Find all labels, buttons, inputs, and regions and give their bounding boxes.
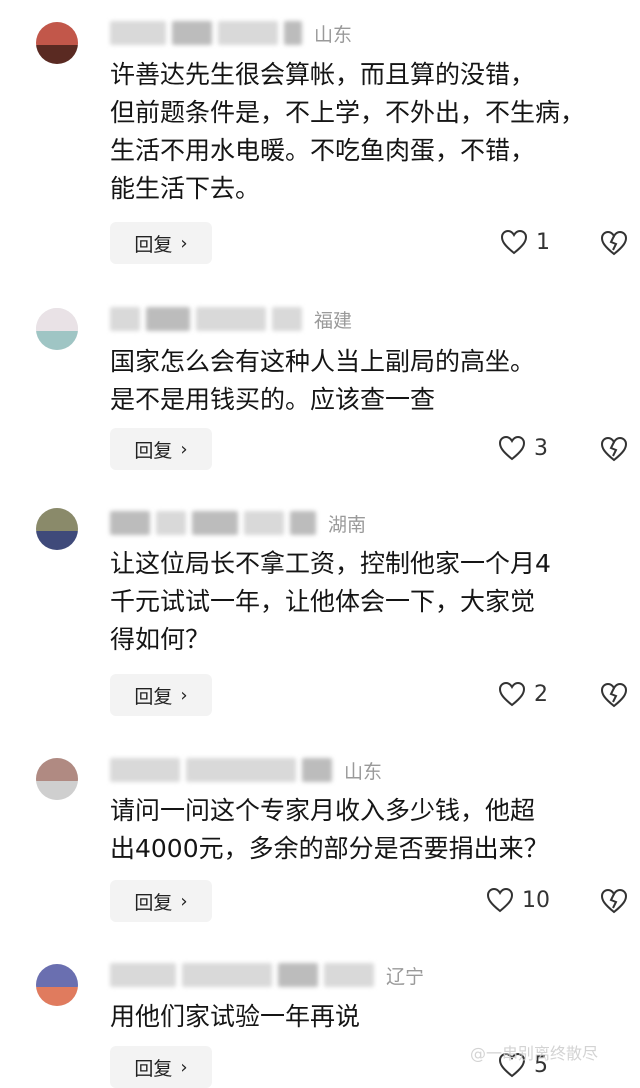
like-count: 10 [522,887,550,913]
username-mask [244,511,284,535]
comment-text: 让这位局长不拿工资，控制他家一个月4 千元试试一年，让他体会一下，大家觉 得如何… [110,549,551,654]
avatar[interactable] [36,308,78,350]
chevron-right-icon: › [180,438,188,460]
like-count: 2 [534,681,548,707]
comment-text: 请问一问这个专家月收入多少钱，他超 出4000元，多余的部分是否要捐出来？ [110,796,549,863]
chevron-right-icon: › [180,232,188,254]
avatar-top [36,964,78,988]
username-mask [182,963,272,987]
username-mask [272,307,302,331]
avatar[interactable] [36,22,78,64]
username-mask [324,963,374,987]
username-mask [192,511,238,535]
comment-meta: 湖南 [110,508,366,538]
username-mask [110,511,150,535]
avatar-bottom [36,781,78,800]
username-mask [172,21,212,45]
reply-label: 回复 [134,439,173,462]
username-mask [110,21,166,45]
username-mask [218,21,278,45]
comment-location: 辽宁 [386,965,425,988]
heart-icon [498,435,526,461]
username-mask [196,307,266,331]
comment-text: 国家怎么会有这种人当上副局的高坐。 是不是用钱买的。应该查一查 [110,347,536,414]
avatar-top [36,758,78,782]
avatar[interactable] [36,964,78,1006]
username-mask [110,307,140,331]
heart-icon [498,681,526,707]
like-button[interactable]: 2 [498,681,548,707]
heart-icon [486,887,514,913]
avatar-bottom [36,531,78,550]
avatar-top [36,308,78,332]
like-button[interactable]: 3 [498,435,548,461]
reply-button[interactable]: 回复 › [110,222,212,264]
like-button[interactable]: 10 [486,887,550,913]
reply-label: 回复 [134,685,173,708]
reply-button[interactable]: 回复 › [110,428,212,470]
reply-label: 回复 [134,891,173,914]
username-mask [302,758,332,782]
reply-label: 回复 [134,233,173,256]
comment-location: 湖南 [328,513,367,536]
username-mask [278,963,318,987]
broken-heart-icon[interactable] [600,682,628,708]
heart-icon [500,229,528,255]
like-button[interactable]: 1 [500,229,550,255]
like-count: 1 [536,229,550,255]
username-mask [110,758,180,782]
reply-button[interactable]: 回复 › [110,1046,212,1088]
broken-heart-icon[interactable] [600,230,628,256]
username-mask [146,307,190,331]
avatar-bottom [36,45,78,64]
comment-location: 山东 [344,760,383,783]
avatar[interactable] [36,508,78,550]
comment-location: 福建 [314,309,353,332]
broken-heart-icon[interactable] [600,888,628,914]
comment-text: 用他们家试验一年再说 [110,1002,361,1031]
username-mask [156,511,186,535]
avatar[interactable] [36,758,78,800]
reply-label: 回复 [134,1057,173,1080]
chevron-right-icon: › [180,1056,188,1078]
username-mask [110,963,176,987]
comment-meta: 辽宁 [110,960,424,990]
avatar-top [36,22,78,46]
avatar-top [36,508,78,532]
chevron-right-icon: › [180,890,188,912]
username-mask [186,758,296,782]
like-count: 3 [534,435,548,461]
comment-text: 许善达先生很会算帐，而且算的没错， 但前题条件是，不上学，不外出，不生病， 生活… [110,60,586,203]
avatar-bottom [36,331,78,350]
avatar-bottom [36,987,78,1006]
comment-location: 山东 [314,23,353,46]
comment-meta: 山东 [110,18,352,48]
username-mask [284,21,302,45]
reply-button[interactable]: 回复 › [110,880,212,922]
broken-heart-icon[interactable] [600,436,628,462]
comment-meta: 山东 [110,755,382,785]
watermark: @一串别离终散尽 [470,1044,599,1063]
username-mask [290,511,316,535]
reply-button[interactable]: 回复 › [110,674,212,716]
chevron-right-icon: › [180,684,188,706]
comment-meta: 福建 [110,304,352,334]
